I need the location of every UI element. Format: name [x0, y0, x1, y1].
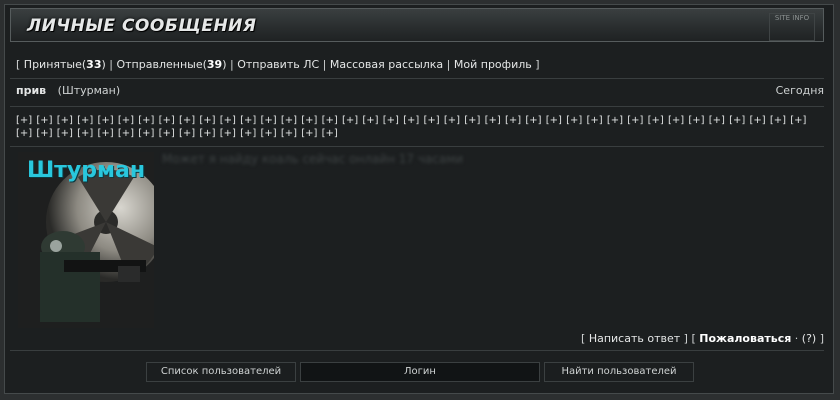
plus-link[interactable]: [+] — [261, 115, 277, 126]
site-info-badge: SITE INFO — [769, 13, 815, 41]
nav-profile-link[interactable]: Мой профиль — [454, 58, 532, 71]
login-input[interactable]: Логин — [300, 362, 540, 382]
plus-link[interactable]: [+] — [322, 128, 338, 139]
message-subject: прив — [16, 84, 47, 97]
nav-send-link[interactable]: Отправить ЛС — [237, 58, 319, 71]
plus-link[interactable]: [+] — [138, 128, 154, 139]
plus-link[interactable]: [+] — [77, 128, 93, 139]
plus-link[interactable]: [+] — [790, 115, 806, 126]
nav-sent-label: Отправленные — [116, 58, 203, 71]
plus-link[interactable]: [+] — [220, 128, 236, 139]
plus-link[interactable]: [+] — [546, 115, 562, 126]
message-date: Сегодня — [775, 84, 824, 97]
plus-link[interactable]: [+] — [424, 115, 440, 126]
reply-link[interactable]: Написать ответ — [589, 332, 680, 345]
plus-link[interactable]: [+] — [16, 115, 32, 126]
plus-link[interactable]: [+] — [750, 115, 766, 126]
report-label: Пожаловаться — [699, 332, 792, 345]
find-users-button[interactable]: Найти пользователей — [544, 362, 694, 382]
plus-link[interactable]: [+] — [607, 115, 623, 126]
plus-link[interactable]: [+] — [98, 115, 114, 126]
divider — [10, 78, 824, 79]
page-header: ЛИЧНЫЕ СООБЩЕНИЯ SITE INFO — [10, 8, 824, 42]
message-header: прив (Штурман) Сегодня — [16, 84, 824, 97]
plus-link[interactable]: [+] — [587, 115, 603, 126]
plus-link[interactable]: [+] — [444, 115, 460, 126]
plus-link[interactable]: [+] — [138, 115, 154, 126]
divider — [10, 350, 824, 351]
plus-link[interactable]: [+] — [485, 115, 501, 126]
plus-link[interactable]: [+] — [199, 128, 215, 139]
plus-link[interactable]: [+] — [525, 115, 541, 126]
nav-close-bracket: ] — [535, 58, 540, 71]
nav-inbox-count: 33 — [86, 58, 102, 71]
plus-link[interactable]: [+] — [668, 115, 684, 126]
plus-link[interactable]: [+] — [36, 128, 52, 139]
plus-link[interactable]: [+] — [57, 115, 73, 126]
avatar: Штурман — [18, 152, 154, 328]
plus-link[interactable]: [+] — [98, 128, 114, 139]
plus-link[interactable]: [+] — [261, 128, 277, 139]
plus-link[interactable]: [+] — [322, 115, 338, 126]
plus-link[interactable]: [+] — [281, 115, 297, 126]
nav-sent-link[interactable]: Отправленные(39) — [116, 58, 226, 71]
plus-link[interactable]: [+] — [301, 115, 317, 126]
users-list-button[interactable]: Список пользователей — [146, 362, 296, 382]
page-title: ЛИЧНЫЕ СООБЩЕНИЯ — [27, 16, 257, 36]
nav-open-bracket: [ — [16, 58, 21, 71]
divider — [10, 146, 824, 147]
plus-link[interactable]: [+] — [118, 115, 134, 126]
plus-link[interactable]: [+] — [301, 128, 317, 139]
plus-link[interactable]: [+] — [362, 115, 378, 126]
avatar-name: Штурман — [26, 158, 146, 183]
nav-inbox-label: Принятые — [23, 58, 82, 71]
plus-link[interactable]: [+] — [159, 128, 175, 139]
plus-link[interactable]: [+] — [16, 128, 32, 139]
plus-link[interactable]: [+] — [199, 115, 215, 126]
plus-link[interactable]: [+] — [729, 115, 745, 126]
plus-link[interactable]: [+] — [688, 115, 704, 126]
nav-inbox-link[interactable]: Принятые(33) — [24, 58, 106, 71]
plus-link[interactable]: [+] — [627, 115, 643, 126]
plus-link[interactable]: [+] — [342, 115, 358, 126]
nav-sent-count: 39 — [206, 58, 223, 71]
plus-link[interactable]: [+] — [77, 115, 93, 126]
plus-link[interactable]: [+] — [648, 115, 664, 126]
plus-link[interactable]: [+] — [403, 115, 419, 126]
plus-link[interactable]: [+] — [505, 115, 521, 126]
plus-link[interactable]: [+] — [709, 115, 725, 126]
nav-mass-link[interactable]: Массовая рассылка — [330, 58, 443, 71]
message-sender[interactable]: (Штурман) — [58, 84, 120, 97]
plus-link[interactable]: [+] — [179, 115, 195, 126]
message-body: Может я найду коаль сейчас онлайн 17 час… — [162, 152, 464, 166]
plus-links: [+] [+] [+] [+] [+] [+] [+] [+] [+] [+] … — [16, 114, 824, 140]
plus-link[interactable]: [+] — [159, 115, 175, 126]
plus-link[interactable]: [+] — [118, 128, 134, 139]
plus-link[interactable]: [+] — [220, 115, 236, 126]
plus-link[interactable]: [+] — [240, 128, 256, 139]
plus-link[interactable]: [+] — [36, 115, 52, 126]
plus-link[interactable]: [+] — [240, 115, 256, 126]
plus-link[interactable]: [+] — [464, 115, 480, 126]
plus-link[interactable]: [+] — [179, 128, 195, 139]
plus-link[interactable]: [+] — [383, 115, 399, 126]
pm-nav: [ Принятые(33) | Отправленные(39) | Отпр… — [16, 58, 540, 71]
plus-link[interactable]: [+] — [770, 115, 786, 126]
help-link[interactable]: (?) — [802, 332, 816, 345]
divider — [10, 106, 824, 107]
plus-link[interactable]: [+] — [57, 128, 73, 139]
plus-link[interactable]: [+] — [281, 128, 297, 139]
report-link[interactable]: Пожаловаться — [699, 332, 791, 345]
message-actions: [ Написать ответ ] [ Пожаловаться · (?) … — [581, 332, 824, 345]
plus-link[interactable]: [+] — [566, 115, 582, 126]
